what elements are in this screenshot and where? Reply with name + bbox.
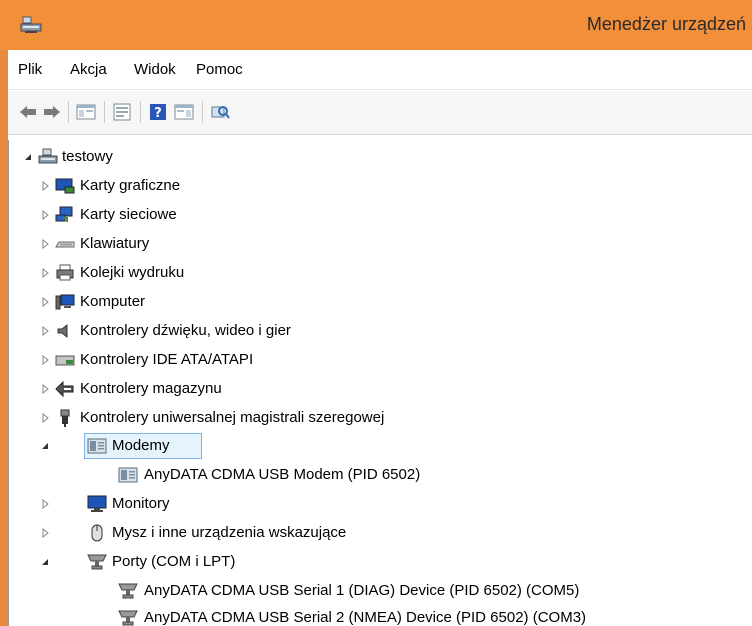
storage-controller-icon <box>55 380 74 398</box>
title-bar[interactable]: Menedżer urządzeń <box>0 0 752 50</box>
ide-controller-icon <box>55 355 75 366</box>
window-title: Menedżer urządzeń <box>586 14 746 34</box>
tree-item-label: Komputer <box>80 293 146 310</box>
tree-item-label: Kontrolery dźwięku, wideo i gier <box>80 322 291 339</box>
tree-item-kolejki-wydruku[interactable]: Kolejki wydruku <box>8 259 752 287</box>
expand-arrow-icon[interactable] <box>40 528 50 538</box>
svg-text:?: ? <box>154 106 162 121</box>
tree-item-label: Kontrolery uniwersalnej magistrali szere… <box>80 409 385 426</box>
expand-arrow-icon[interactable] <box>40 210 50 220</box>
expand-arrow-icon[interactable] <box>40 355 50 365</box>
expand-arrow-icon[interactable] <box>40 384 50 394</box>
tree-item-monitory[interactable]: Monitory <box>8 490 752 518</box>
tree-item-label: Kontrolery magazynu <box>80 380 222 397</box>
tree-item-kontrolery-usb[interactable]: Kontrolery uniwersalnej magistrali szere… <box>8 404 752 432</box>
forward-arrow-icon[interactable] <box>42 103 62 121</box>
menu-plik[interactable]: Plik <box>18 61 42 78</box>
tree-item-label: Karty sieciowe <box>80 206 177 223</box>
show-hide-console-tree-icon[interactable] <box>76 103 96 121</box>
menu-bar: Plik Akcja Widok Pomoc <box>8 50 752 90</box>
tree-item-mysz[interactable]: Mysz i inne urządzenia wskazujące <box>8 519 752 547</box>
tree-item-label: Kontrolery IDE ATA/ATAPI <box>80 351 254 368</box>
properties-icon[interactable] <box>112 103 132 121</box>
toolbar-separator <box>202 101 203 123</box>
tree-item-label: AnyDATA CDMA USB Modem (PID 6502) <box>144 466 421 483</box>
tree-item-label: Modemy <box>112 437 170 454</box>
tree-item-karty-sieciowe[interactable]: Karty sieciowe <box>8 201 752 229</box>
collapse-arrow-icon[interactable] <box>40 557 50 567</box>
tree-item-karty-graficzne[interactable]: Karty graficzne <box>8 172 752 200</box>
keyboard-icon <box>55 241 75 248</box>
help-icon[interactable]: ? <box>148 103 168 121</box>
tree-item-label: Monitory <box>112 495 170 512</box>
tree-item-kontrolery-magazynu[interactable]: Kontrolery magazynu <box>8 375 752 403</box>
toolbar-separator <box>140 101 141 123</box>
display-adapter-icon <box>55 178 75 194</box>
tree-item-label: Porty (COM i LPT) <box>112 553 236 570</box>
modem-icon <box>118 467 138 483</box>
modem-icon <box>87 438 107 454</box>
port-icon <box>118 610 138 626</box>
tree-item-komputer[interactable]: Komputer <box>8 288 752 316</box>
mouse-icon <box>91 524 103 542</box>
speaker-icon <box>57 323 68 339</box>
toolbar: ? <box>8 91 752 135</box>
back-arrow-icon[interactable] <box>18 103 38 121</box>
tree-item-label: Karty graficzne <box>80 177 181 194</box>
tree-device-serial-1[interactable]: AnyDATA CDMA USB Serial 1 (DIAG) Device … <box>8 577 752 605</box>
collapse-arrow-icon[interactable] <box>40 441 50 451</box>
action-pane-icon[interactable] <box>174 103 194 121</box>
expand-arrow-icon[interactable] <box>40 297 50 307</box>
expand-arrow-icon[interactable] <box>40 268 50 278</box>
tree-item-kontrolery-dzwieku[interactable]: Kontrolery dźwięku, wideo i gier <box>8 317 752 345</box>
device-tree[interactable]: testowy Karty graficzne Karty sieciowe K… <box>8 136 752 626</box>
expand-arrow-icon[interactable] <box>40 181 50 191</box>
tree-item-porty[interactable]: Porty (COM i LPT) <box>8 548 752 576</box>
tree-device-serial-2[interactable]: AnyDATA CDMA USB Serial 2 (NMEA) Device … <box>8 604 752 626</box>
computer-icon <box>55 294 75 310</box>
collapse-arrow-icon[interactable] <box>23 152 33 162</box>
tree-item-kontrolery-ide[interactable]: Kontrolery IDE ATA/ATAPI <box>8 346 752 374</box>
menu-widok[interactable]: Widok <box>134 61 176 78</box>
port-icon <box>118 583 138 599</box>
tree-item-label: Mysz i inne urządzenia wskazujące <box>112 524 347 541</box>
computer-root-icon <box>38 148 58 164</box>
menu-pomoc[interactable]: Pomoc <box>196 61 243 78</box>
printer-icon <box>56 264 74 281</box>
monitor-icon <box>87 495 107 512</box>
toolbar-separator <box>68 101 69 123</box>
device-manager-icon <box>20 16 42 33</box>
tree-root-label: testowy <box>62 148 113 165</box>
tree-item-label: AnyDATA CDMA USB Serial 1 (DIAG) Device … <box>144 582 580 599</box>
expand-arrow-icon[interactable] <box>40 413 50 423</box>
tree-item-label: Klawiatury <box>80 235 150 252</box>
tree-item-klawiatury[interactable]: Klawiatury <box>8 230 752 258</box>
expand-arrow-icon[interactable] <box>40 499 50 509</box>
network-adapter-icon <box>55 206 73 222</box>
port-icon <box>87 554 107 570</box>
tree-item-modemy[interactable]: Modemy <box>8 432 752 460</box>
expand-arrow-icon[interactable] <box>40 239 50 249</box>
tree-item-label: AnyDATA CDMA USB Serial 2 (NMEA) Device … <box>144 609 587 626</box>
tree-root[interactable]: testowy <box>8 143 752 171</box>
scan-hardware-icon[interactable] <box>210 103 230 121</box>
menu-akcja[interactable]: Akcja <box>70 61 107 78</box>
toolbar-separator <box>104 101 105 123</box>
tree-item-label: Kolejki wydruku <box>80 264 185 281</box>
usb-icon <box>60 409 70 427</box>
expand-arrow-icon[interactable] <box>40 326 50 336</box>
tree-device-modem[interactable]: AnyDATA CDMA USB Modem (PID 6502) <box>8 461 752 489</box>
